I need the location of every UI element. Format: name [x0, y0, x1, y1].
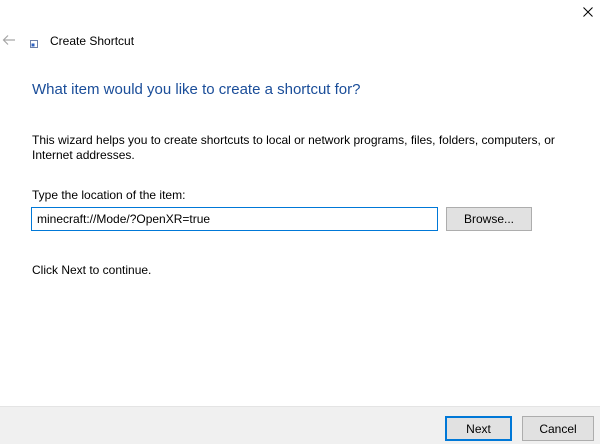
- shortcut-icon: [30, 40, 38, 48]
- arrow-left-icon: [2, 35, 15, 45]
- location-label: Type the location of the item:: [32, 188, 186, 202]
- continue-instruction: Click Next to continue.: [32, 263, 152, 277]
- browse-button[interactable]: Browse...: [446, 207, 532, 231]
- next-button[interactable]: Next: [445, 416, 512, 441]
- window-title: Create Shortcut: [50, 34, 135, 48]
- cancel-button[interactable]: Cancel: [522, 416, 594, 441]
- wizard-description: This wizard helps you to create shortcut…: [32, 133, 555, 162]
- close-icon: [583, 7, 593, 17]
- close-button[interactable]: [576, 0, 600, 24]
- create-shortcut-dialog: Create Shortcut What item would you like…: [0, 0, 600, 444]
- back-button[interactable]: [0, 30, 18, 50]
- dialog-footer: Next Cancel: [0, 406, 600, 444]
- location-input[interactable]: [31, 207, 438, 231]
- wizard-heading: What item would you like to create a sho…: [32, 81, 361, 98]
